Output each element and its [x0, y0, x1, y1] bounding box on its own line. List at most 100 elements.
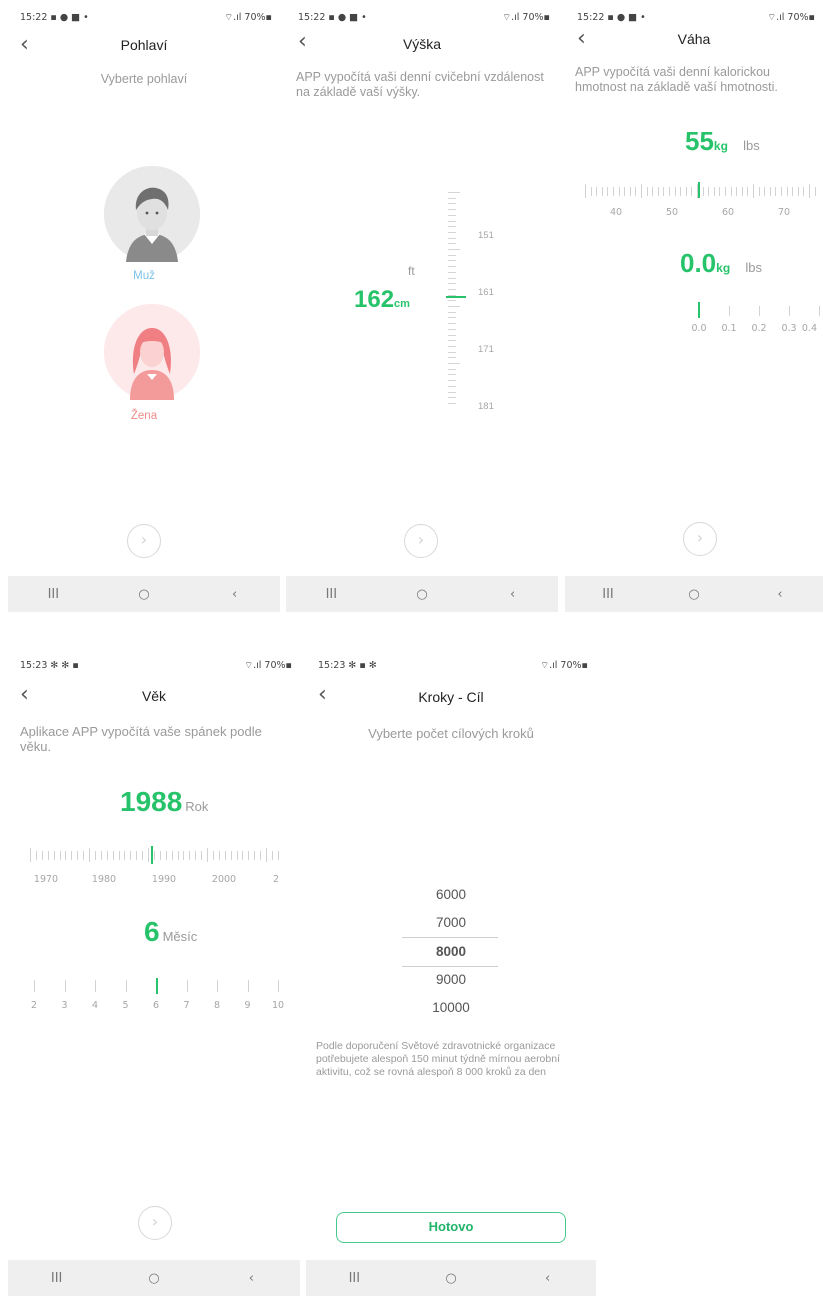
male-avatar-icon: [104, 166, 200, 262]
status-time: 15:23 ✻ ✻ ▪: [20, 660, 79, 671]
year-ruler[interactable]: [30, 848, 282, 870]
ruler-tick: [278, 980, 279, 992]
male-avatar-button[interactable]: [104, 166, 200, 262]
home-icon[interactable]: ○: [674, 587, 714, 602]
ruler-tick: [242, 851, 244, 860]
ruler-label: 161: [478, 287, 494, 298]
nav-back-icon[interactable]: ‹: [493, 587, 533, 602]
ruler-tick: [30, 848, 31, 862]
page-title: Výška: [402, 36, 442, 52]
vertical-height-ruler[interactable]: 151 161 171 181: [444, 192, 504, 412]
home-icon[interactable]: ○: [431, 1271, 471, 1286]
ruler-tick: [674, 187, 676, 196]
page-title: Váha: [677, 31, 711, 47]
ruler-tick: [448, 220, 456, 222]
ruler-tick: [71, 851, 73, 860]
male-label[interactable]: Muž: [8, 270, 280, 282]
next-button[interactable]: ›: [138, 1206, 172, 1240]
ruler-tick: [277, 851, 279, 860]
recent-apps-icon[interactable]: III: [33, 587, 73, 602]
recent-apps-icon[interactable]: III: [311, 587, 351, 602]
ruler-tick: [702, 187, 704, 196]
ruler-tick: [448, 306, 460, 307]
nav-back-icon[interactable]: ‹: [760, 587, 800, 602]
ruler-tick: [641, 184, 642, 198]
nav-back-icon[interactable]: ‹: [231, 1271, 271, 1286]
ruler-tick: [635, 187, 637, 196]
height-number: 162: [354, 286, 395, 313]
ruler-tick: [736, 187, 738, 196]
picker-option-selected[interactable]: 8000: [306, 944, 596, 959]
picker-option[interactable]: 9000: [306, 972, 596, 987]
page-description: Vyberte počet cílových kroků: [368, 726, 534, 741]
nav-back-icon[interactable]: ‹: [528, 1271, 568, 1286]
ruler-tick: [247, 980, 249, 992]
nav-back-icon[interactable]: ‹: [215, 587, 255, 602]
weight-decimal-unit-alt[interactable]: lbs: [745, 260, 762, 275]
picker-option[interactable]: 7000: [306, 915, 596, 930]
month-ruler[interactable]: 2 3 4 5 6 7 8 9 10: [22, 978, 292, 1012]
ruler-tick: [64, 980, 66, 992]
ruler-tick: [248, 851, 250, 860]
ruler-tick: [47, 851, 49, 860]
ruler-tick: [118, 851, 120, 860]
ruler-tick: [34, 980, 35, 992]
year-marker: [151, 846, 153, 864]
ruler-tick: [189, 851, 191, 860]
weight-unit-alt[interactable]: lbs: [743, 138, 760, 153]
ruler-tick: [601, 187, 603, 196]
next-button[interactable]: ›: [683, 522, 717, 556]
ruler-tick: [448, 283, 456, 285]
page-description: Vyberte pohlaví: [100, 72, 188, 86]
done-button[interactable]: Hotovo: [336, 1212, 566, 1243]
ruler-tick: [819, 306, 820, 316]
decimal-ruler[interactable]: 0.0 0.1 0.2 0.3 0.4: [685, 302, 823, 336]
picker-option[interactable]: 10000: [306, 1000, 596, 1015]
ruler-tick: [769, 187, 771, 196]
ruler-label: 1980: [91, 874, 117, 885]
ruler-tick: [607, 187, 609, 196]
home-icon[interactable]: ○: [402, 587, 442, 602]
ruler-tick: [691, 187, 693, 196]
status-bar: 15:22 ▪ ● ■ • ⌔.ıl 70%▪: [565, 10, 823, 26]
weight-number: 55: [685, 126, 714, 156]
recent-apps-icon[interactable]: III: [37, 1271, 77, 1286]
ruler-tick: [747, 187, 749, 196]
system-nav-bar: III ○ ‹: [565, 576, 823, 612]
ruler-label: 40: [609, 207, 623, 218]
unit-alt-ft[interactable]: ft: [408, 264, 415, 278]
ruler-tick: [758, 187, 760, 196]
ruler-label: 70: [777, 207, 791, 218]
next-button[interactable]: ›: [404, 524, 438, 558]
steps-picker[interactable]: 6000 7000 8000 9000 10000: [306, 878, 596, 1023]
ruler-tick: [148, 848, 149, 862]
year-number: 1988: [120, 786, 183, 817]
ruler-tick: [448, 231, 456, 233]
weight-decimal-unit: kg: [716, 261, 731, 275]
next-button[interactable]: ›: [127, 524, 161, 558]
ruler-tick: [448, 226, 456, 228]
month-unit: Měsíc: [162, 929, 198, 944]
ruler-tick: [797, 187, 799, 196]
home-icon[interactable]: ○: [134, 1271, 174, 1286]
ruler-tick: [764, 187, 766, 196]
ruler-tick: [448, 209, 456, 211]
ruler-tick: [448, 397, 456, 399]
ruler-tick: [130, 851, 132, 860]
ruler-tick: [89, 848, 90, 862]
home-icon[interactable]: ○: [124, 587, 164, 602]
recent-apps-icon[interactable]: III: [588, 587, 628, 602]
ruler-tick: [112, 851, 114, 860]
ruler-tick: [171, 851, 173, 860]
screen-gender: 15:22 ▪ ● ■ • ⌔.ıl 70%▪ ‹ Pohlaví Vybert…: [8, 0, 280, 612]
ruler-tick: [803, 187, 805, 196]
recent-apps-icon[interactable]: III: [334, 1271, 374, 1286]
weight-ruler[interactable]: [585, 184, 817, 206]
status-time: 15:22 ▪ ● ■ •: [20, 12, 89, 23]
female-label[interactable]: Žena: [8, 410, 280, 422]
ruler-label: 171: [478, 344, 494, 355]
picker-option[interactable]: 6000: [306, 887, 596, 902]
ruler-tick: [741, 187, 743, 196]
female-avatar-button[interactable]: [104, 304, 200, 400]
ruler-tick: [125, 980, 127, 992]
